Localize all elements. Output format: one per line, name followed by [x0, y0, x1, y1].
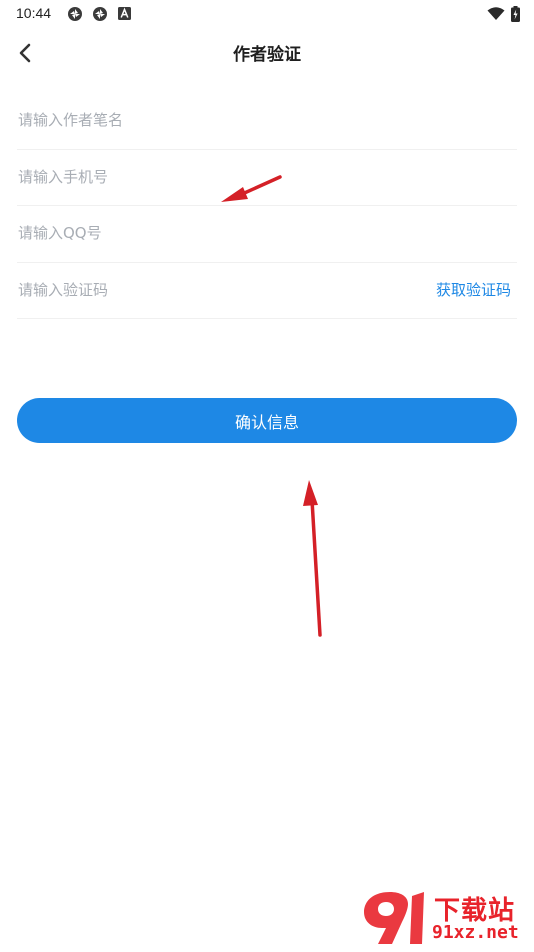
- get-code-button[interactable]: 获取验证码: [436, 279, 511, 300]
- arrow-to-confirm-icon: [303, 480, 322, 637]
- page-title: 作者验证: [233, 45, 301, 65]
- title-bar: 作者验证: [0, 28, 534, 76]
- sync-icon: [93, 7, 107, 21]
- qq-row: [17, 206, 517, 263]
- author-verify-form: 获取验证码: [17, 93, 517, 319]
- phone-input[interactable]: [18, 163, 408, 190]
- phone-row: [17, 150, 517, 206]
- sync-icon: [68, 7, 82, 21]
- site-watermark: 下载站 91xz.net: [360, 888, 530, 948]
- verification-code-input[interactable]: [18, 276, 338, 303]
- text-a-icon: [118, 7, 131, 20]
- status-time: 10:44: [16, 5, 52, 21]
- watermark-logo-icon: [364, 892, 424, 944]
- pen-name-input[interactable]: [18, 107, 408, 133]
- pen-name-row: [17, 93, 517, 150]
- status-bar: 10:44: [0, 0, 534, 28]
- wifi-icon: [487, 7, 505, 20]
- qq-input[interactable]: [18, 220, 408, 246]
- code-row: 获取验证码: [17, 263, 517, 319]
- confirm-button[interactable]: 确认信息: [17, 398, 517, 443]
- watermark-text-en: 91xz.net: [432, 922, 519, 943]
- battery-charging-icon: [511, 6, 520, 22]
- status-right: [487, 5, 520, 23]
